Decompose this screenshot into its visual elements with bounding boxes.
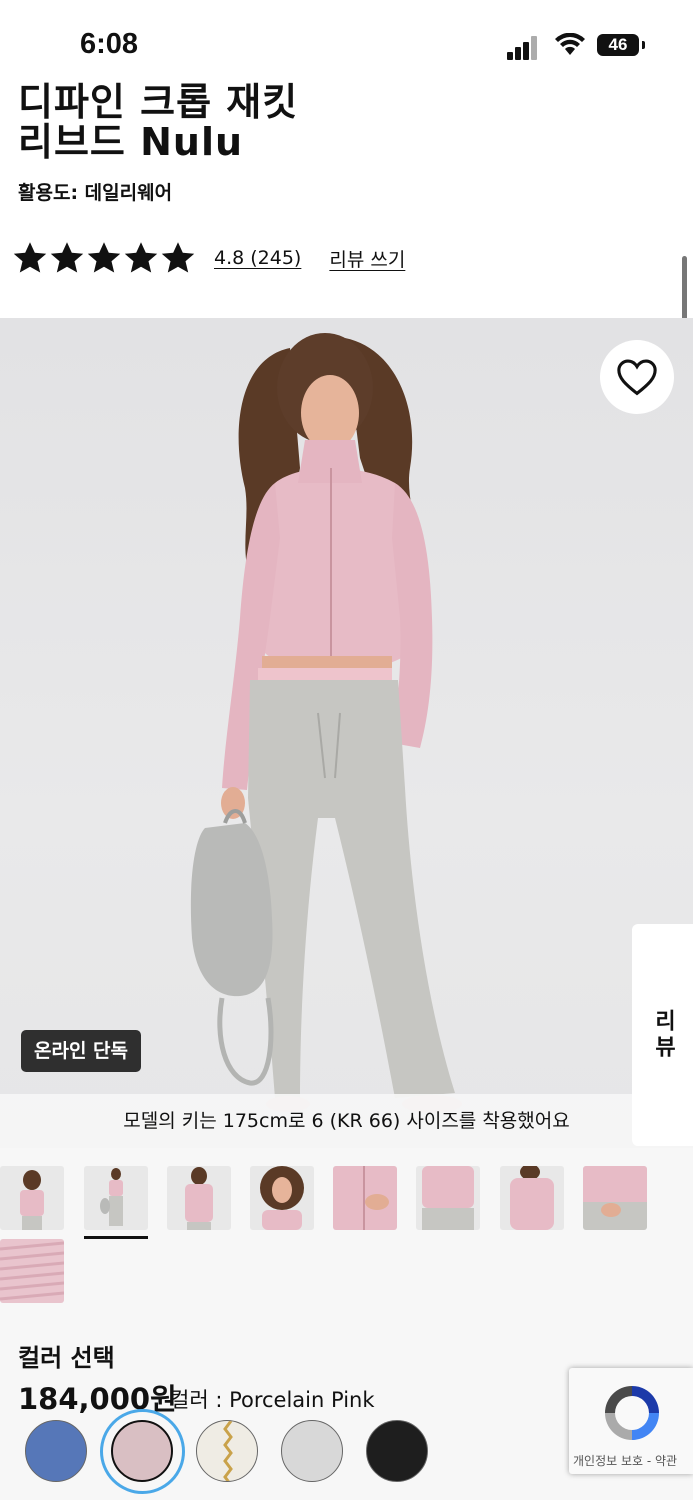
- product-title: 디파인 크롭 재킷 리브드 Nulu: [18, 82, 638, 162]
- color-swatch-black[interactable]: [366, 1420, 428, 1482]
- selected-color-caption: 컬러 : Porcelain Pink: [170, 1388, 375, 1412]
- recaptcha-logo-icon: [605, 1386, 659, 1440]
- heart-icon: [617, 359, 657, 396]
- thumbnail-6[interactable]: [416, 1166, 480, 1230]
- thumbnail-7[interactable]: [500, 1166, 564, 1230]
- product-title-line2: 리브드 Nulu: [18, 120, 244, 164]
- cellular-signal-icon: [507, 34, 543, 60]
- color-select-label: 컬러 선택: [18, 1344, 115, 1372]
- star-icon: [124, 242, 158, 273]
- rating-row: 4.8 (245) 리뷰 쓰기: [12, 238, 405, 278]
- star-icon: [161, 242, 195, 273]
- selected-thumbnail-indicator: [84, 1236, 148, 1239]
- status-time: 6:08: [80, 28, 139, 60]
- thumbnail-5[interactable]: [333, 1166, 397, 1230]
- color-swatch-cream-zip[interactable]: [196, 1420, 258, 1482]
- thumbnail-image: [500, 1166, 564, 1230]
- thumbnail-image: [0, 1166, 64, 1230]
- thumbnail-image: [583, 1166, 647, 1230]
- write-review-link[interactable]: 리뷰 쓰기: [329, 245, 405, 272]
- star-icon: [50, 242, 84, 273]
- online-exclusive-badge: 온라인 단독: [21, 1030, 142, 1072]
- recaptcha-badge[interactable]: 개인정보 보호 - 약관: [569, 1368, 693, 1474]
- recaptcha-terms-text[interactable]: 개인정보 보호 - 약관: [573, 1452, 677, 1469]
- thumbnail-image: [0, 1239, 64, 1303]
- battery-icon: 46: [597, 34, 645, 56]
- status-bar: 6:08 46: [0, 0, 693, 86]
- thumbnail-image: [167, 1166, 231, 1230]
- color-swatch-blue[interactable]: [25, 1420, 87, 1482]
- product-header: 디파인 크롭 재킷 리브드 Nulu 활용도: 데일리웨어 4.8 (245) …: [0, 82, 693, 396]
- thumbnail-2[interactable]: [84, 1166, 148, 1230]
- review-side-tab[interactable]: 리뷰: [632, 924, 693, 1146]
- thumbnail-3[interactable]: [167, 1166, 231, 1230]
- wishlist-button[interactable]: [600, 340, 674, 414]
- thumbnail-image: [333, 1166, 397, 1230]
- thumbnail-9[interactable]: [0, 1239, 64, 1303]
- product-title-line1: 디파인 크롭 재킷: [18, 80, 299, 124]
- wifi-icon: [555, 33, 585, 55]
- star-icon: [13, 242, 47, 273]
- thumbnail-1[interactable]: [0, 1166, 64, 1230]
- product-photo: [190, 333, 462, 1113]
- product-image-gallery[interactable]: 온라인 단독 모델의 키는 175cm로 6 (KR 66) 사이즈를 착용했어…: [0, 318, 693, 1148]
- rating-link[interactable]: 4.8 (245): [214, 247, 301, 269]
- activity-label: 활용도: 데일리웨어: [18, 182, 173, 204]
- star-icon: [87, 242, 121, 273]
- thumbnail-4[interactable]: [250, 1166, 314, 1230]
- thumbnail-image: [416, 1166, 480, 1230]
- thumbnail-8[interactable]: [583, 1166, 647, 1230]
- color-swatch-porcelain-pink[interactable]: [111, 1420, 173, 1482]
- thumbnail-image: [84, 1166, 148, 1230]
- color-swatch-light-grey[interactable]: [281, 1420, 343, 1482]
- thumbnail-image: [250, 1166, 314, 1230]
- review-side-tab-label: 리뷰: [650, 1009, 676, 1061]
- rating-stars: [12, 240, 196, 276]
- zipper-pattern: [223, 1421, 233, 1481]
- model-size-caption: 모델의 키는 175cm로 6 (KR 66) 사이즈를 착용했어요: [0, 1094, 693, 1148]
